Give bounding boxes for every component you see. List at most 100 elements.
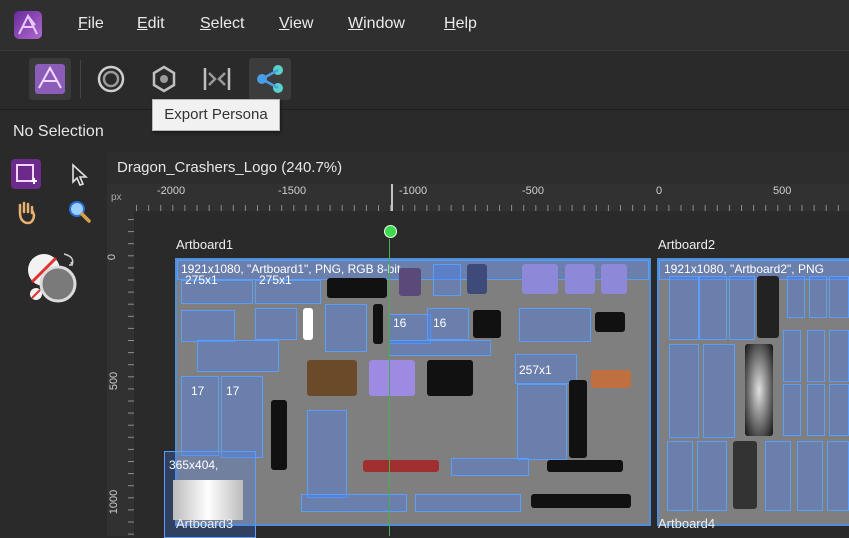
- slice-box[interactable]: [197, 340, 279, 372]
- ruler-label: 0: [656, 185, 663, 197]
- sprite[interactable]: [327, 278, 387, 298]
- view-tool[interactable]: [11, 196, 41, 226]
- persona-divider: [80, 60, 81, 98]
- crystal-sprite[interactable]: [783, 384, 801, 436]
- crystal-sprite[interactable]: [699, 276, 727, 340]
- crystal-sprite[interactable]: [765, 441, 791, 511]
- slice-box[interactable]: [301, 494, 407, 512]
- magnifier-icon: [69, 201, 91, 223]
- sprite[interactable]: [369, 360, 415, 396]
- sprite[interactable]: [591, 370, 631, 388]
- export-persona-button[interactable]: [249, 58, 291, 100]
- crystal-sprite[interactable]: [787, 276, 805, 318]
- slice-box[interactable]: [255, 308, 297, 340]
- photo-persona-button[interactable]: [29, 58, 71, 100]
- develop-persona-button[interactable]: [143, 58, 185, 100]
- tone-mapping-persona-icon: [203, 68, 231, 90]
- crystal-sprite[interactable]: [829, 384, 849, 436]
- menu-edit[interactable]: Edit: [137, 15, 165, 33]
- menu-view[interactable]: View: [279, 15, 313, 33]
- artboard-icon: [16, 164, 37, 184]
- document-tab[interactable]: Dragon_Crashers_Logo (240.7%): [107, 152, 849, 184]
- hand-icon: [18, 201, 36, 225]
- document-title: Dragon_Crashers_Logo (240.7%): [117, 159, 343, 176]
- artboard4[interactable]: [657, 441, 849, 522]
- crystal-sprite[interactable]: [703, 344, 735, 438]
- ruler-label: 500: [773, 185, 792, 197]
- ruler-label: 500: [108, 371, 121, 391]
- context-toolbar: No Selection: [0, 110, 849, 152]
- artboard3-slice-label: 365x404,: [169, 458, 219, 472]
- slice-box[interactable]: [325, 304, 367, 352]
- liquify-persona-button[interactable]: [90, 58, 132, 100]
- crystal-sprite[interactable]: [783, 330, 801, 382]
- sprite[interactable]: [531, 494, 631, 508]
- sprite[interactable]: [303, 308, 313, 340]
- menu-help[interactable]: Help: [444, 15, 477, 33]
- sprite[interactable]: [373, 304, 383, 344]
- crystal-sprite[interactable]: [809, 276, 827, 318]
- slice-box[interactable]: [451, 458, 529, 476]
- rotation-handle[interactable]: [384, 225, 397, 238]
- slice-box[interactable]: [307, 410, 347, 498]
- ruler-label: -500: [522, 185, 545, 197]
- move-tool[interactable]: [64, 159, 94, 189]
- crystal-sprite[interactable]: [729, 276, 755, 340]
- crystal-sprite[interactable]: [667, 441, 693, 511]
- crystal-sprite[interactable]: [745, 344, 773, 436]
- sprite[interactable]: [595, 312, 625, 332]
- crystal-sprite[interactable]: [797, 441, 823, 511]
- menu-window[interactable]: Window: [348, 15, 405, 33]
- vertical-ruler[interactable]: 0 500 1000: [106, 211, 135, 536]
- zoom-tool[interactable]: [64, 196, 94, 226]
- pointer-icon: [72, 163, 89, 186]
- slice-label: 17: [191, 384, 205, 398]
- sprite[interactable]: [473, 310, 501, 338]
- sprite[interactable]: [271, 400, 287, 470]
- crystal-sprite[interactable]: [669, 276, 699, 340]
- sprite[interactable]: [565, 264, 595, 294]
- slice-box[interactable]: [389, 340, 491, 356]
- artboard4-label[interactable]: Artboard4: [658, 516, 715, 531]
- slice-box[interactable]: [519, 308, 591, 342]
- sprite[interactable]: [522, 264, 558, 294]
- artboard3-label[interactable]: Artboard3: [176, 516, 233, 531]
- slice-label: 16: [433, 316, 447, 330]
- horizontal-ruler[interactable]: px -2000 -1500 -1000 -500 0 500: [107, 184, 849, 212]
- crystal-sprite[interactable]: [697, 441, 727, 511]
- canvas[interactable]: Artboard1 Artboard2 1921x1080, "Artboard…: [134, 211, 849, 538]
- crystal-sprite[interactable]: [829, 276, 849, 318]
- artboard1-label[interactable]: Artboard1: [176, 237, 233, 252]
- guide-line[interactable]: [389, 239, 390, 536]
- menu-file[interactable]: File: [78, 15, 104, 33]
- color-well[interactable]: [22, 248, 82, 308]
- crystal-sprite[interactable]: [733, 441, 757, 509]
- sprite[interactable]: [547, 460, 623, 472]
- sprite[interactable]: [467, 264, 487, 294]
- sprite[interactable]: [569, 380, 587, 458]
- artboard-tool[interactable]: [11, 159, 41, 189]
- sprite[interactable]: [363, 460, 439, 472]
- crystal-sprite[interactable]: [669, 344, 699, 438]
- tone-mapping-persona-button[interactable]: [196, 58, 238, 100]
- ruler-label: 1000: [108, 489, 121, 515]
- ruler-ticks: [127, 184, 849, 211]
- slice-box[interactable]: [517, 384, 567, 460]
- sprite[interactable]: [307, 360, 357, 396]
- sprite[interactable]: [427, 360, 473, 396]
- menu-select[interactable]: Select: [200, 15, 244, 33]
- sprite[interactable]: [399, 268, 421, 296]
- artboard2-slice-label: 1921x1080, "Artboard2", PNG: [664, 262, 824, 276]
- sprite[interactable]: [601, 264, 627, 294]
- artboard2-label[interactable]: Artboard2: [658, 237, 715, 252]
- crystal-sprite[interactable]: [829, 330, 849, 382]
- crystal-sprite[interactable]: [807, 330, 825, 382]
- tooltip: Export Persona: [152, 99, 280, 131]
- crystal-sprite[interactable]: [807, 384, 825, 436]
- crystal-sprite[interactable]: [827, 441, 849, 511]
- slice-box[interactable]: [181, 310, 235, 342]
- app-logo-icon[interactable]: [14, 11, 42, 39]
- crystal-sprite[interactable]: [757, 276, 779, 338]
- slice-box[interactable]: [415, 494, 521, 512]
- slice-box[interactable]: [433, 264, 461, 296]
